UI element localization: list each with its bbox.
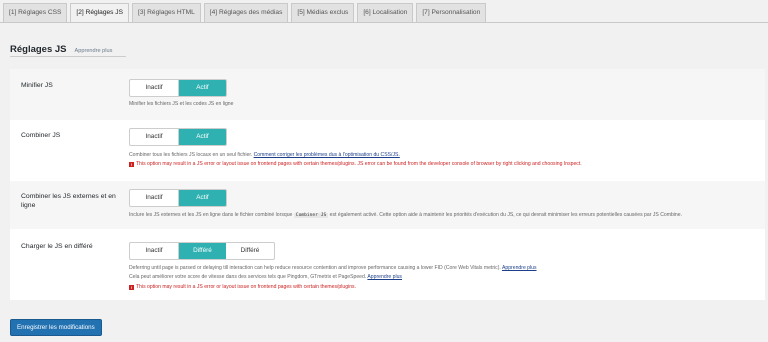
defer-warning: ! This option may result in a JS error o… [129,284,356,291]
defer-learn-more-link-1[interactable]: Apprendre plus [502,265,537,271]
combine-external-description-before: Inclure les JS externes et les JS en lig… [129,212,293,218]
defer-description-line2: Cela peut améliorer votre score de vites… [129,274,402,281]
setting-label: Charger le JS en différé [21,243,93,250]
combine-external-option-inactive[interactable]: Inactif [130,190,178,206]
combine-warning: ! This option may result in a JS error o… [129,161,582,168]
minify-toggle: Inactif Actif [129,79,227,97]
combine-warning-text: This option may result in a JS error or … [136,161,582,167]
defer-option-inactive[interactable]: Inactif [130,243,178,259]
save-changes-button[interactable]: Enregistrer les modifications [10,319,102,336]
defer-description-text-2: Cela peut améliorer votre score de vites… [129,274,367,280]
combine-option-active[interactable]: Actif [178,129,226,145]
section-header: Réglages JS Apprendre plus [10,44,112,55]
warning-icon: ! [129,285,134,290]
section-title: Réglages JS [10,44,67,55]
defer-option-deferred[interactable]: Différé [178,243,226,259]
defer-description-text-1: Deferring until page is parsed or delayi… [129,265,501,271]
defer-option-deferred-alt[interactable]: Différé [226,243,274,259]
tab-js-settings[interactable]: [2] Réglages JS [70,3,129,23]
learn-more-link[interactable]: Apprendre plus [75,48,113,54]
minify-description: Minifier les fichiers JS et les codes JS… [129,101,234,107]
combine-external-description-after: est également activé. Cette option aide … [329,212,682,218]
minify-option-active[interactable]: Actif [178,80,226,96]
setting-label: Combiner les JS externes et en ligne [21,193,116,209]
setting-row-combine: Combiner JS [10,121,765,180]
combine-option-inactive[interactable]: Inactif [130,129,178,145]
combine-description: Combiner tous les fichiers JS locaux en … [129,152,400,159]
tab-bar: [1] Réglages CSS [2] Réglages JS [3] Rég… [3,3,487,23]
defer-toggle: Inactif Différé Différé [129,242,275,260]
tab-media-settings[interactable]: [4] Réglages des médias [203,3,289,22]
defer-warning-text: This option may result in a JS error or … [136,284,356,290]
combine-help-link[interactable]: Comment corriger les problèmes dus à l'o… [254,152,400,158]
setting-row-minify: Minifier JS [10,69,765,120]
combine-js-code: Combiner JS [293,213,329,218]
combine-toggle: Inactif Actif [129,128,227,146]
tab-divider [0,22,768,23]
tab-customization[interactable]: [7] Personnalisation [416,3,487,22]
combine-description-text: Combiner tous les fichiers JS locaux en … [129,152,253,158]
defer-learn-more-link-2[interactable]: Apprendre plus [367,274,402,280]
setting-row-combine-external: Combiner les JS externes et en ligne [10,181,765,229]
setting-label: Minifier JS [21,82,53,89]
setting-label: Combiner JS [21,132,61,139]
tab-html-settings[interactable]: [3] Réglages HTML [131,3,201,22]
combine-external-option-active[interactable]: Actif [178,190,226,206]
minify-option-inactive[interactable]: Inactif [130,80,178,96]
title-divider [10,56,126,57]
warning-icon: ! [129,162,134,167]
tab-excluded-media[interactable]: [5] Médias exclus [291,3,355,22]
tab-localization[interactable]: [6] Localisation [357,3,414,22]
combine-external-toggle: Inactif Actif [129,189,227,207]
combine-external-description: Inclure les JS externes et les JS en lig… [129,212,682,219]
tab-css-settings[interactable]: [1] Réglages CSS [3,3,68,22]
defer-description-line1: Deferring until page is parsed or delayi… [129,265,537,272]
